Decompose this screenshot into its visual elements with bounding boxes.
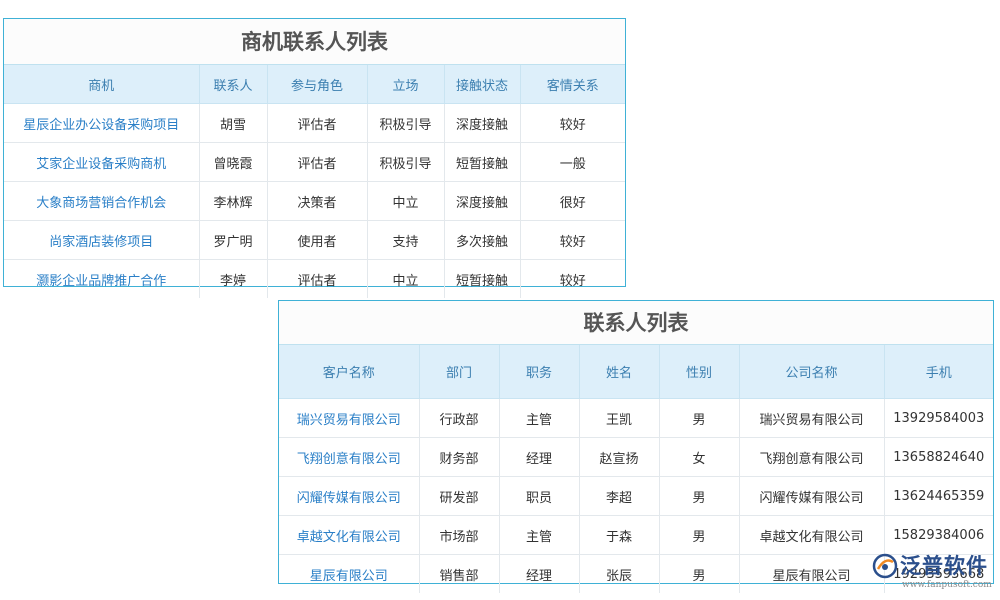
opportunity-link-cell[interactable]: 星辰企业办公设备采购项目 xyxy=(4,103,200,143)
opportunity-link-cell[interactable]: 尚家酒店装修项目 xyxy=(4,220,200,260)
opportunity-cell: 多次接触 xyxy=(444,220,521,260)
contact-cell: 张辰 xyxy=(579,554,660,593)
opportunity-cell: 支持 xyxy=(367,220,445,260)
contact-cell: 星辰有限公司 xyxy=(739,554,885,593)
opportunity-table-row: 艾家企业设备采购商机 曾晓霞 评估者 积极引导 短暂接触 一般 xyxy=(4,142,625,182)
opportunity-cell: 评估者 xyxy=(267,103,368,143)
opportunity-cell: 较好 xyxy=(559,273,586,289)
watermark-brand: 泛普软件 xyxy=(900,554,988,578)
contact-cell: 男 xyxy=(659,515,740,555)
opportunity-header-5: 客情关系 xyxy=(520,65,625,104)
contact-cell: 飞翔创意有限公司 xyxy=(739,437,885,477)
contact-header-3: 姓名 xyxy=(579,345,660,399)
opportunity-cell: 李婷 xyxy=(199,259,268,298)
opportunity-cell: 李林辉 xyxy=(199,181,268,221)
opportunity-table-row: 尚家酒店装修项目 罗广明 使用者 支持 多次接触 较好 xyxy=(4,220,625,260)
contact-cell: 销售部 xyxy=(419,554,500,593)
opportunity-header-3: 立场 xyxy=(367,65,445,104)
contact-header-1: 部门 xyxy=(419,345,500,399)
contact-header-4: 性别 xyxy=(659,345,740,399)
watermark-url: www.fanpusoft.com xyxy=(902,580,992,590)
contact-cell: 研发部 xyxy=(419,476,500,516)
contact-cell: 女 xyxy=(659,437,740,477)
opportunity-table-row: 大象商场营销合作机会 李林辉 决策者 中立 深度接触 很好 xyxy=(4,181,625,221)
contact-link-cell[interactable]: 瑞兴贸易有限公司 xyxy=(279,398,420,438)
contacts-title: 联系人列表 xyxy=(279,301,993,345)
opportunity-header-0: 商机 xyxy=(4,65,200,104)
contact-link-cell[interactable]: 星辰有限公司 xyxy=(279,554,420,593)
opportunity-cell: 深度接触 xyxy=(444,103,521,143)
contact-cell: 经理 xyxy=(499,437,580,477)
contact-link-cell[interactable]: 飞翔创意有限公司 xyxy=(279,437,420,477)
opportunity-cell: 罗广明 xyxy=(199,220,268,260)
opportunity-cell: 使用者 xyxy=(267,220,368,260)
opportunity-contacts-table: 商机 联系人 参与角色 立场 接触状态 客情关系 星辰企业办公设备采购项目 胡雪 评估者 积极引… xyxy=(4,65,625,298)
contact-table-row: 瑞兴贸易有限公司 行政部 主管 王凯男瑞兴贸易有限公司 13929584003 xyxy=(279,398,993,438)
opportunity-cell: 积极引导 xyxy=(367,142,445,182)
contact-cell: 主管 xyxy=(499,398,580,438)
fanpu-logo-icon xyxy=(872,553,898,579)
opportunity-cell: 决策者 xyxy=(267,181,368,221)
contact-link-cell[interactable]: 闪耀传媒有限公司 xyxy=(279,476,420,516)
contact-cell: 卓越文化有限公司 xyxy=(739,515,885,555)
contact-table-row: 闪耀传媒有限公司 研发部 职员 李超男闪耀传媒有限公司 13624465359 xyxy=(279,476,993,516)
contact-cell: 13658824640 xyxy=(884,437,993,477)
contact-cell: 市场部 xyxy=(419,515,500,555)
contact-cell: 于森 xyxy=(579,515,660,555)
opportunity-header-2: 参与角色 xyxy=(267,65,368,104)
opportunity-header-1: 联系人 xyxy=(199,65,268,104)
contact-table-row: 飞翔创意有限公司 财务部 经理 赵宣扬女飞翔创意有限公司 13658824640 xyxy=(279,437,993,477)
contact-table-row: 卓越文化有限公司 市场部 主管 于森男卓越文化有限公司 15829384006 xyxy=(279,515,993,555)
opportunity-table-row: 灏影企业品牌推广合作 李婷 评估者 中立 短暂接触 较好 xyxy=(4,259,625,298)
contact-cell: 行政部 xyxy=(419,398,500,438)
contact-cell: 闪耀传媒有限公司 xyxy=(739,476,885,516)
opportunity-link-cell[interactable]: 艾家企业设备采购商机 xyxy=(4,142,200,182)
contact-link-cell[interactable]: 卓越文化有限公司 xyxy=(279,515,420,555)
contact-cell: 男 xyxy=(659,476,740,516)
opportunity-cell: 很好 xyxy=(520,181,625,221)
opportunity-link-cell[interactable]: 大象商场营销合作机会 xyxy=(4,181,200,221)
opportunity-table-row: 星辰企业办公设备采购项目 胡雪 评估者 积极引导 深度接触 较好 xyxy=(4,103,625,143)
contact-cell: 男 xyxy=(659,398,740,438)
opportunity-cell: 中立 xyxy=(367,181,445,221)
contact-cell: 经理 xyxy=(499,554,580,593)
contact-cell: 主管 xyxy=(499,515,580,555)
opportunity-cell: 曾晓霞 xyxy=(199,142,268,182)
opportunity-cell: 深度接触 xyxy=(444,181,521,221)
opportunity-cell: 胡雪 xyxy=(199,103,268,143)
contact-header-0: 客户名称 xyxy=(279,345,420,399)
contact-cell: 瑞兴贸易有限公司 xyxy=(739,398,885,438)
opportunity-contacts-title: 商机联系人列表 xyxy=(4,19,625,65)
contact-cell: 职员 xyxy=(499,476,580,516)
contact-cell: 男 xyxy=(659,554,740,593)
contact-header-6: 手机 xyxy=(884,345,993,399)
watermark-logo: 泛普软件 www.fanpusoft.com xyxy=(872,550,996,596)
contact-cell: 财务部 xyxy=(419,437,500,477)
opportunity-cell: 中立 xyxy=(367,259,445,298)
opportunity-cell: 评估者 xyxy=(267,259,368,298)
opportunity-cell: 较好 xyxy=(520,220,625,260)
contact-header-2: 职务 xyxy=(499,345,580,399)
contact-cell: 13624465359 xyxy=(884,476,993,516)
opportunity-link-cell[interactable]: 灏影企业品牌推广合作 xyxy=(4,259,200,298)
opportunity-cell: 短暂接触 xyxy=(444,142,521,182)
contact-cell: 13929584003 xyxy=(884,398,993,438)
contact-cell: 15829384006 xyxy=(884,515,993,555)
contact-cell: 赵宣扬 xyxy=(579,437,660,477)
contact-cell: 李超 xyxy=(579,476,660,516)
opportunity-cell: 积极引导 xyxy=(367,103,445,143)
opportunity-cell: 评估者 xyxy=(267,142,368,182)
opportunity-cell: 短暂接触 xyxy=(444,259,521,298)
contact-header-5: 公司名称 xyxy=(739,345,885,399)
opportunity-contacts-panel: 商机联系人列表 商机 联系人 参与角色 立场 接触状态 客情关系 星辰企业办公设备采购项目… xyxy=(3,18,626,298)
contact-cell: 王凯 xyxy=(579,398,660,438)
opportunity-cell: 较好 xyxy=(520,103,625,143)
contacts-panel: 联系人列表 客户名称 部门 职务 姓名 性别 公司名称 手机 瑞兴贸易有限公司 行政部 主管 王凯… xyxy=(278,300,994,593)
opportunity-cell: 一般 xyxy=(520,142,625,182)
opportunity-header-4: 接触状态 xyxy=(444,65,521,104)
